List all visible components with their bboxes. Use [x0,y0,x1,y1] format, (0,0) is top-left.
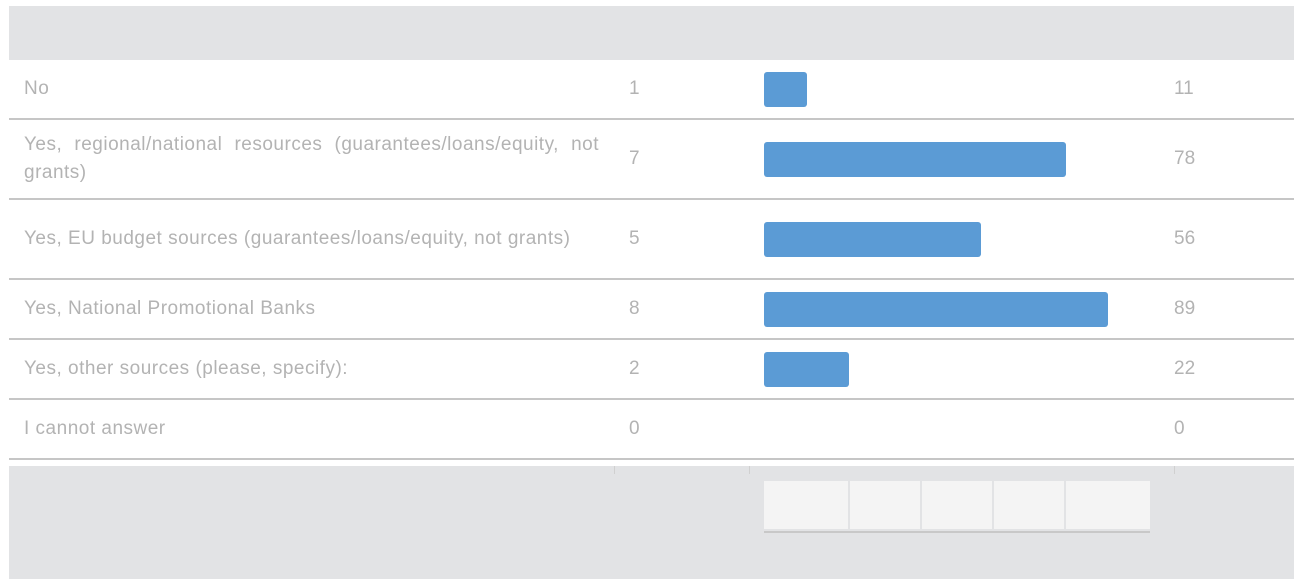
percent-label: 0 [1174,418,1185,439]
category-label: Yes, National Promotional Banks [24,298,316,319]
scale-segment [1066,481,1150,529]
scale-segment [764,481,848,529]
percent-label: 78 [1174,148,1196,169]
count-label: 7 [629,148,640,169]
count-label: 2 [629,358,640,379]
column-divider [749,466,750,474]
table-row: Yes, EU budget sources (guarantees/loans… [9,200,1294,280]
bar-national-promotional-banks [764,291,1108,327]
table-row: No 1 11 [9,60,1294,120]
count-label: 1 [629,78,640,99]
chart-rows: No 1 11 Yes, regional/national resources… [9,60,1294,460]
table-header [9,6,1294,60]
table-row: Yes, National Promotional Banks 8 89 [9,280,1294,340]
count-label: 5 [629,228,640,249]
percent-label: 89 [1174,298,1196,319]
bar-other-sources [764,351,849,387]
scale-segment [994,481,1064,529]
table-row: I cannot answer 0 0 [9,400,1294,460]
count-label: 0 [629,418,640,439]
scale-strip [764,481,1150,533]
column-divider [614,466,615,474]
category-label: No [24,78,50,99]
count-label: 8 [629,298,640,319]
scale-segment [922,481,992,529]
category-label: Yes, other sources (please, specify): [24,358,349,379]
scale-segment [850,481,920,529]
column-divider [1174,466,1175,474]
table-row: Yes, regional/national resources (guaran… [9,120,1294,200]
table-row: Yes, other sources (please, specify): 2 … [9,340,1294,400]
percent-label: 22 [1174,358,1196,379]
percent-label: 11 [1174,78,1194,99]
bar-no [764,71,807,107]
bar-regional-national [764,141,1066,177]
category-label: Yes, regional/national resources (guaran… [24,134,599,183]
category-label: I cannot answer [24,418,166,439]
category-label: Yes, EU budget sources (guarantees/loans… [24,228,571,249]
bar-eu-budget [764,221,981,257]
chart-frame: No 1 11 Yes, regional/national resources… [9,6,1294,579]
percent-label: 56 [1174,228,1196,249]
